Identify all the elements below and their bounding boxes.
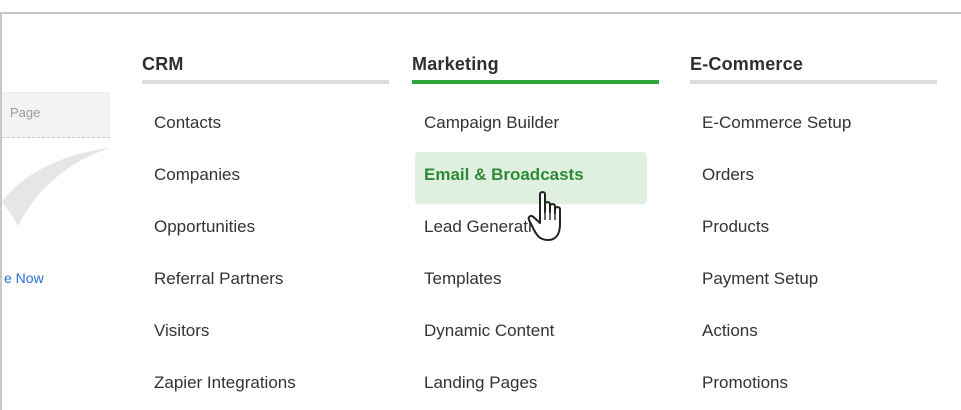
menu-item-label: Landing Pages [424,373,538,392]
page-field-label: Page [10,105,41,120]
menu-item-templates[interactable]: Templates [412,256,662,308]
menu-item-label: Dynamic Content [424,321,555,340]
menu-item-label: E-Commerce Setup [702,113,852,132]
column-header-marketing: Marketing [412,14,662,84]
menu-item-label: Promotions [702,373,788,392]
menu-item-landing-pages[interactable]: Landing Pages [412,360,662,410]
menu-column-crm: CRM Contacts Companies Opportunities Ref… [142,14,392,410]
menu-item-campaign-builder[interactable]: Campaign Builder [412,100,662,152]
menu-item-label: Zapier Integrations [154,373,296,392]
menu-item-products[interactable]: Products [690,204,940,256]
menu-item-promotions[interactable]: Promotions [690,360,940,410]
column-title: E-Commerce [690,54,804,74]
background-page-fragment: Page e Now [2,14,120,410]
column-title: CRM [142,54,184,74]
column-header-crm: CRM [142,14,392,84]
column-underline [690,80,937,84]
menu-item-companies[interactable]: Companies [142,152,392,204]
menu-item-label: Templates [424,269,502,288]
page-field: Page [2,92,110,138]
menu-item-actions[interactable]: Actions [690,308,940,360]
menu-item-orders[interactable]: Orders [690,152,940,204]
hand-pointer-icon [527,191,561,241]
background-link[interactable]: e Now [4,270,44,286]
column-header-ecommerce: E-Commerce [690,14,940,84]
swoosh-graphic [2,148,110,226]
menu-item-zapier-integrations[interactable]: Zapier Integrations [142,360,392,410]
menu-item-ecommerce-setup[interactable]: E-Commerce Setup [690,100,940,152]
menu-item-label: Contacts [154,113,222,132]
menu-item-label: Campaign Builder [424,113,560,132]
menu-item-label: Orders [702,165,754,184]
menu-item-payment-setup[interactable]: Payment Setup [690,256,940,308]
menu-item-visitors[interactable]: Visitors [142,308,392,360]
menu-item-label: Email & Broadcasts [424,165,584,184]
menu-column-ecommerce: E-Commerce E-Commerce Setup Orders Produ… [690,14,940,410]
menu-item-label: Payment Setup [702,269,819,288]
menu-item-label: Opportunities [154,217,256,236]
menu-item-referral-partners[interactable]: Referral Partners [142,256,392,308]
menu-item-label: Referral Partners [154,269,284,288]
column-title: Marketing [412,54,499,74]
column-underline-active [412,80,659,84]
menu-item-dynamic-content[interactable]: Dynamic Content [412,308,662,360]
menu-item-opportunities[interactable]: Opportunities [142,204,392,256]
menu-item-label: Visitors [154,321,210,340]
menu-item-contacts[interactable]: Contacts [142,100,392,152]
column-underline [142,80,389,84]
menu-item-label: Companies [154,165,240,184]
menu-item-label: Products [702,217,770,236]
menu-item-label: Actions [702,321,758,340]
